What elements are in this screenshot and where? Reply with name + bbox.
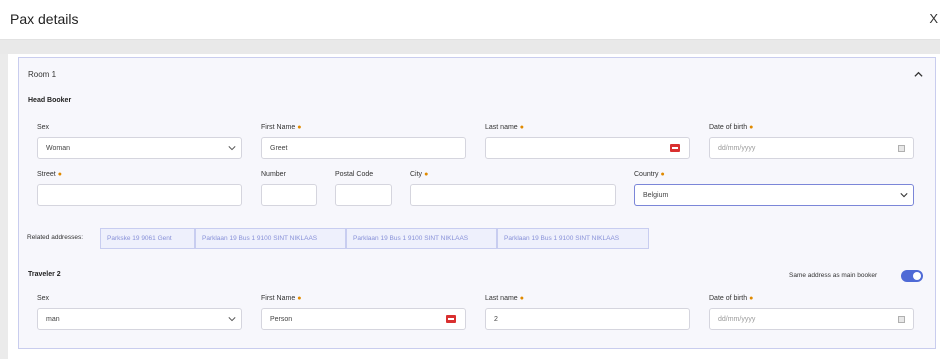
street-input[interactable] [37,184,242,206]
sex-value: Woman [46,145,70,152]
t2-last-name-input[interactable]: 2 [485,308,690,330]
sex-label: Sex [37,124,50,131]
city-input[interactable] [410,184,616,206]
dob-label: Date of birth ● [709,124,754,131]
city-label: City ● [410,171,429,178]
modal-title: Pax details [10,11,79,27]
dob-input[interactable]: dd/mm/yyyy [709,137,914,159]
same-address-label: Same address as main booker [789,272,878,279]
related-address-button[interactable]: Parklaan 19 Bus 1 9100 SINT NIKLAAS [346,228,497,249]
chevron-down-icon [900,193,908,198]
country-select[interactable]: Belgium [634,184,914,206]
t2-sex-label: Sex [37,295,50,302]
t2-first-name-input[interactable]: Person [261,308,466,330]
chevron-down-icon [228,146,236,151]
traveler-2-title: Traveler 2 [28,271,61,278]
related-addresses-label: Related addresses: [27,234,84,241]
t2-sex-value: man [46,316,60,323]
country-label: Country ● [634,171,665,178]
t2-dob-input[interactable]: dd/mm/yyyy [709,308,914,330]
head-booker-title: Head Booker [28,97,72,104]
calendar-icon[interactable] [898,316,905,323]
autofill-badge-icon[interactable] [446,315,456,323]
t2-first-name-label: First Name ● [261,295,302,302]
number-input[interactable] [261,184,317,206]
chevron-down-icon [228,317,236,322]
sex-select[interactable]: Woman [37,137,242,159]
postal-code-input[interactable] [335,184,392,206]
close-icon[interactable]: X [929,11,938,26]
first-name-input[interactable]: Greet [261,137,466,159]
number-label: Number [261,171,286,178]
street-label: Street ● [37,171,62,178]
modal-header: Pax details X [0,0,940,40]
related-address-button[interactable]: Parkske 19 9061 Gent [100,228,195,249]
first-name-label: First Name ● [261,124,302,131]
postal-code-label: Postal Code [335,171,374,178]
t2-sex-select[interactable]: man [37,308,242,330]
last-name-input[interactable] [485,137,690,159]
last-name-label: Last name ● [485,124,524,131]
calendar-icon[interactable] [898,145,905,152]
header-divider-band [0,40,940,54]
related-address-button[interactable]: Parklaan 19 Bus 1 9100 SINT NIKLAAS [195,228,346,249]
chevron-up-icon[interactable] [914,70,923,79]
t2-dob-label: Date of birth ● [709,295,754,302]
same-address-toggle[interactable] [901,270,923,282]
autofill-badge-icon[interactable] [670,144,680,152]
country-value: Belgium [643,192,669,199]
t2-last-name-label: Last name ● [485,295,524,302]
room-title: Room 1 [28,70,57,79]
related-address-button[interactable]: Parklaan 19 Bus 1 9100 SINT NIKLAAS [497,228,649,249]
